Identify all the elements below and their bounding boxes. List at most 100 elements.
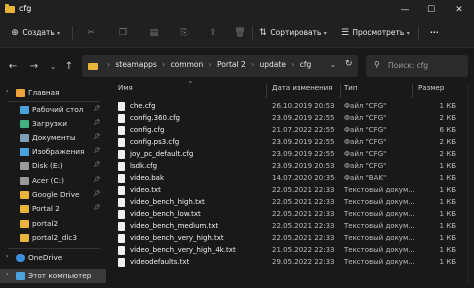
up-arrow-icon[interactable]: ↑ [62, 60, 76, 74]
file-name: video_bench_very_high_4k.txt [130, 246, 236, 254]
sidebar-item-onedrive[interactable]: › OneDrive [0, 251, 106, 265]
file-row[interactable]: lsdk.cfg 23.09.2019 20:53 Файл "CFG" 1 КБ [108, 161, 474, 173]
chevron-right-icon[interactable]: › [6, 253, 8, 260]
breadcrumb-item[interactable]: cfg [300, 60, 312, 69]
forward-arrow-icon[interactable]: → [27, 60, 41, 74]
breadcrumb-item[interactable]: Portal 2 [217, 60, 246, 69]
vertical-scrollbar[interactable] [466, 84, 470, 284]
view-icon: ☰ [340, 28, 350, 38]
column-divider[interactable] [266, 84, 267, 98]
sidebar-item-label: Portal 2 [32, 204, 60, 213]
sort-button[interactable]: ⇅ Сортировать ▾ [258, 26, 327, 40]
images-icon [20, 148, 29, 156]
sidebar-item-label: Загрузки [32, 119, 67, 128]
file-size: 1 КБ [439, 234, 456, 242]
file-name: config.ps3.cfg [130, 138, 180, 146]
file-row[interactable]: video_bench_low.txt 22.05.2021 22:33 Текст… [108, 209, 474, 221]
column-divider[interactable] [340, 84, 341, 98]
view-button[interactable]: ☰ Просмотреть ▾ [340, 26, 410, 40]
breadcrumb-item[interactable]: update [260, 60, 286, 69]
sidebar-item-google-drive[interactable]: Google Drive 📌︎ [0, 188, 106, 202]
sidebar-item-label: Google Drive [32, 190, 80, 199]
navigation-pane: › Главная Рабочий стол 📌︎ Загрузки 📌︎ До… [0, 84, 106, 288]
column-divider[interactable] [412, 84, 413, 98]
file-row[interactable]: che.cfg 26.10.2019 20:53 Файл "CFG" 1 КБ [108, 101, 474, 113]
file-size: 1 КБ [439, 174, 456, 182]
sidebar-item-desktop[interactable]: Рабочий стол 📌︎ [0, 103, 106, 117]
file-type: Файл "CFG" [344, 150, 387, 158]
rename-icon[interactable]: ⎘ [177, 26, 191, 40]
breadcrumb-item[interactable]: steamapps [115, 60, 156, 69]
file-row[interactable]: video.txt 22.05.2021 22:33 Текстовый докум… [108, 185, 474, 197]
home-icon [16, 89, 25, 97]
breadcrumb-item[interactable]: common [171, 60, 204, 69]
copy-icon[interactable]: ❐ [116, 26, 130, 40]
column-header-name[interactable]: Имя [118, 84, 133, 98]
file-icon [118, 222, 125, 231]
sidebar-item-portal2[interactable]: portal2 [0, 217, 106, 231]
back-arrow-icon[interactable]: ← [6, 60, 20, 74]
file-size: 6 КБ [439, 126, 456, 134]
file-type: Файл "BAK" [344, 174, 387, 182]
file-date-modified: 22.05.2021 22:33 [272, 198, 335, 206]
more-options-button[interactable]: ··· [430, 26, 439, 40]
file-row[interactable]: config.cfg 21.07.2022 22:55 Файл "CFG" 6 КБ [108, 125, 474, 137]
sidebar-item-label: OneDrive [28, 253, 63, 262]
refresh-icon[interactable]: ↻ [345, 59, 353, 69]
chevron-right-icon[interactable]: › [6, 271, 8, 278]
file-size: 1 КБ [439, 198, 456, 206]
file-row[interactable]: video_bench_high.txt 22.05.2021 22:33 Текс… [108, 197, 474, 209]
recent-chevron-icon[interactable]: ⌄ [46, 60, 60, 74]
search-box[interactable]: ⚲ Поиск: cfg [366, 55, 468, 77]
cut-icon[interactable]: ✂ [84, 26, 98, 40]
file-date-modified: 22.05.2021 22:33 [272, 222, 335, 230]
file-icon [118, 126, 125, 135]
file-row[interactable]: video_bench_medium.txt 22.05.2021 22:33 Те… [108, 221, 474, 233]
breadcrumb-separator: › [251, 60, 255, 69]
file-row[interactable]: video_bench_very_high.txt 22.05.2021 22:3… [108, 233, 474, 245]
column-header-date[interactable]: Дата изменения [272, 84, 332, 98]
sidebar-item-images[interactable]: Изображения 📌︎ [0, 145, 106, 159]
close-button[interactable]: ✕ [448, 0, 470, 20]
column-header-size[interactable]: Размер [418, 84, 444, 98]
file-row[interactable]: config.360.cfg 23.09.2019 22:55 Файл "CFG"… [108, 113, 474, 125]
file-date-modified: 14.07.2020 20:35 [272, 174, 335, 182]
maximize-button[interactable]: ☐ [420, 0, 442, 20]
sort-label: Сортировать [270, 28, 322, 37]
file-date-modified: 22.05.2021 22:33 [272, 186, 335, 194]
breadcrumb: › steamapps › common › Portal 2 › update… [104, 60, 311, 69]
file-row[interactable]: videodefaults.txt 29.05.2022 22:33 Текстов… [108, 257, 474, 269]
search-input[interactable]: Поиск: cfg [388, 61, 428, 70]
create-button[interactable]: ⊕ Создать ▾ [10, 26, 60, 40]
file-row[interactable]: video_bench_very_high_4k.txt 21.05.2022 2… [108, 245, 474, 257]
sidebar-item-documents[interactable]: Документы 📌︎ [0, 131, 106, 145]
documents-icon [20, 134, 29, 142]
file-row[interactable]: config.ps3.cfg 23.09.2019 22:55 Файл "CFG"… [108, 137, 474, 149]
address-dropdown-icon[interactable]: ⌄ [330, 61, 336, 69]
sidebar-item-acer-c[interactable]: Acer (C:) 📌︎ [0, 174, 106, 188]
sidebar-item-downloads[interactable]: Загрузки 📌︎ [0, 117, 106, 131]
sidebar-divider [8, 248, 100, 249]
sidebar-item-disk-e[interactable]: Disk (E:) 📌︎ [0, 159, 106, 173]
sidebar-item-portal2-dlc3[interactable]: portal2_dlc3 [0, 231, 106, 245]
minimize-button[interactable]: — [394, 0, 416, 20]
sidebar-item-this-pc[interactable]: › Этот компьютер [0, 269, 106, 283]
column-header-type[interactable]: Тип [344, 84, 357, 98]
sidebar-item-portal-2[interactable]: Portal 2 📌︎ [0, 202, 106, 216]
file-icon [118, 246, 125, 255]
file-date-modified: 29.05.2022 22:33 [272, 258, 335, 266]
delete-icon[interactable]: 🗑︎ [233, 26, 247, 40]
file-date-modified: 23.09.2019 20:53 [272, 162, 335, 170]
file-type: Текстовый докум... [344, 186, 415, 194]
address-bar[interactable]: › steamapps › common › Portal 2 › update… [82, 55, 358, 77]
share-icon[interactable]: ⇪ [206, 26, 220, 40]
paste-icon[interactable]: ▤ [147, 26, 161, 40]
sidebar-item-home[interactable]: › Главная [0, 86, 106, 100]
pin-icon: 📌︎ [93, 119, 101, 126]
sidebar-item-label: Рабочий стол [32, 105, 84, 114]
file-type: Текстовый докум... [344, 198, 415, 206]
file-row[interactable]: video.bak 14.07.2020 20:35 Файл "BAK" 1 КБ [108, 173, 474, 185]
file-row[interactable]: joy_pc_default.cfg 23.09.2019 22:55 Файл "… [108, 149, 474, 161]
chevron-right-icon[interactable]: › [6, 88, 8, 95]
explorer-window: cfg — ☐ ✕ ⊕ Создать ▾ ✂ ❐ ▤ ⎘ ⇪ 🗑︎ ⇅ Сор… [0, 0, 474, 288]
